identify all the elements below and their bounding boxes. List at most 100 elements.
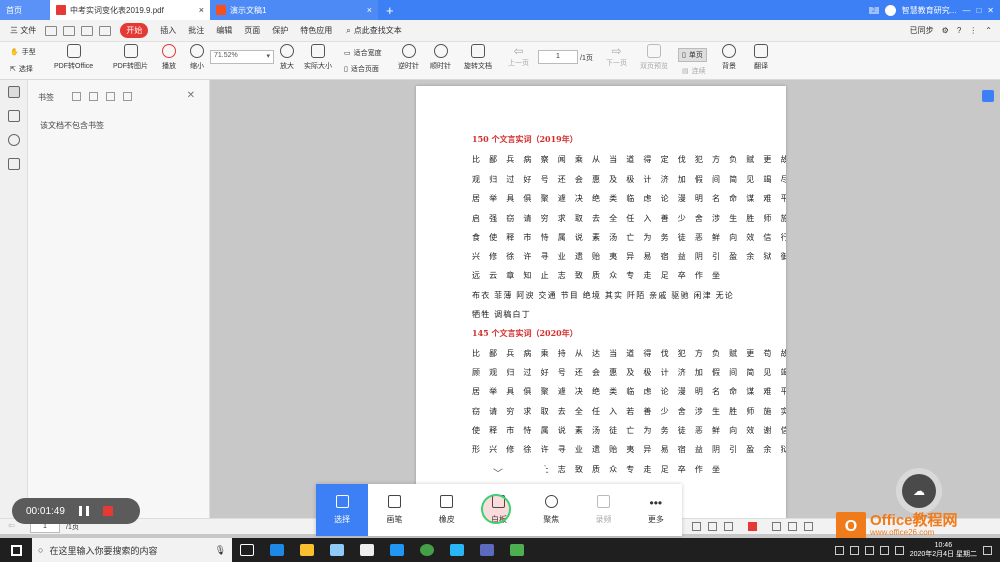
rotate-cw-button[interactable]: 顺时针 xyxy=(430,44,451,71)
pen-select-button[interactable]: 选择 xyxy=(316,484,369,536)
find-text-button[interactable]: ⌕ 点此查找文本 xyxy=(346,25,401,36)
minimize-icon[interactable]: — xyxy=(962,6,970,15)
menu-file[interactable]: 三 文件 xyxy=(10,25,36,36)
menu-start[interactable]: 开始 xyxy=(120,23,149,38)
continuous-button[interactable]: ▤ 连续 xyxy=(682,66,706,76)
tray-icon[interactable] xyxy=(864,545,874,555)
stop-icon[interactable] xyxy=(102,506,113,516)
cloud-app-icon[interactable] xyxy=(450,544,464,556)
collapse-all-icon[interactable] xyxy=(89,92,98,101)
select-tool-button[interactable]: ⇱ 选择 xyxy=(10,64,33,74)
pen-more-button[interactable]: ••• 更多 xyxy=(630,484,682,536)
tab-pdf-document[interactable]: 中考实词变化表2019.9.pdf × xyxy=(50,0,210,20)
page-number-input[interactable]: 1 xyxy=(538,50,578,64)
double-page-button[interactable]: 双页预览 xyxy=(640,44,668,71)
zoom-in-button[interactable]: 放大 xyxy=(280,44,294,71)
expand-icon[interactable] xyxy=(72,92,81,101)
network-icon[interactable] xyxy=(879,545,889,555)
chrome-icon[interactable] xyxy=(420,544,434,556)
pen-whiteboard-button[interactable]: 白板 xyxy=(473,484,525,536)
view-mode-icon[interactable] xyxy=(788,522,797,531)
pause-icon[interactable] xyxy=(78,506,89,516)
translate-button[interactable]: 翻译 xyxy=(754,44,768,71)
save-icon[interactable] xyxy=(63,25,76,36)
window-close-icon[interactable]: ✕ xyxy=(987,6,994,15)
play-icon[interactable] xyxy=(748,522,757,531)
collapse-icon[interactable]: ⌃ xyxy=(985,26,992,35)
help-button[interactable]: ? xyxy=(957,26,961,35)
prev-arrow-icon[interactable]: ⇦ xyxy=(8,521,15,530)
taskbar-search[interactable]: ○ 在这里输入你要搜索的内容 🎙 xyxy=(32,538,232,562)
wps-icon[interactable] xyxy=(480,544,494,556)
avatar[interactable] xyxy=(884,4,896,16)
close-icon[interactable]: × xyxy=(367,5,372,15)
edge-icon[interactable] xyxy=(270,544,284,556)
window-count-badge[interactable]: 2 xyxy=(868,6,879,14)
thumbnail-icon[interactable] xyxy=(8,110,20,122)
wechat-icon[interactable] xyxy=(510,544,524,556)
pdf-to-office-button[interactable]: PDF转Office xyxy=(54,44,93,71)
sync-status[interactable]: 已同步 xyxy=(910,25,934,36)
print-icon[interactable] xyxy=(81,25,94,36)
people-icon[interactable] xyxy=(834,545,844,555)
mail-icon[interactable] xyxy=(360,544,374,556)
close-icon[interactable]: ✕ xyxy=(187,90,195,101)
more-icon[interactable]: ⋮ xyxy=(969,26,977,35)
fit-width-button[interactable]: ▭ 适合宽度 xyxy=(344,48,382,58)
zoom-out-button[interactable]: 缩小 xyxy=(190,44,204,71)
clock[interactable]: 10:46 2020年2月4日 星期二 xyxy=(910,541,977,559)
hand-tool-button[interactable]: ✋ 手型 xyxy=(10,47,36,57)
view-double-icon[interactable] xyxy=(708,522,717,531)
view-mode-icon[interactable] xyxy=(772,522,781,531)
pen-record-button[interactable]: 录频 xyxy=(577,484,629,536)
menu-protect[interactable]: 保护 xyxy=(272,25,288,36)
todo-icon[interactable] xyxy=(390,544,404,556)
rotate-ccw-button[interactable]: 逆时针 xyxy=(398,44,419,71)
view-single-icon[interactable] xyxy=(692,522,701,531)
menu-page[interactable]: 页面 xyxy=(244,25,260,36)
play-button[interactable]: 播放 xyxy=(162,44,176,71)
view-mode-icon[interactable] xyxy=(804,522,813,531)
notification-icon[interactable] xyxy=(983,545,992,555)
pdf-to-image-button[interactable]: PDF转图片 xyxy=(113,44,148,71)
single-page-button[interactable]: ▯ 单页 xyxy=(678,48,707,62)
tab-home[interactable]: 首页 xyxy=(0,0,50,20)
menu-comment[interactable]: 批注 xyxy=(188,25,204,36)
add-bookmark-icon[interactable] xyxy=(106,92,115,101)
menu-insert[interactable]: 插入 xyxy=(160,25,176,36)
gear-icon[interactable]: ⚙ xyxy=(942,26,949,35)
volume-icon[interactable] xyxy=(894,545,904,555)
pen-brush-button[interactable]: 画笔 xyxy=(368,484,420,536)
right-panel-toggle-icon[interactable] xyxy=(982,90,994,102)
tab-presentation[interactable]: 演示文稿1 × xyxy=(210,0,378,20)
pen-focus-button[interactable]: 聚焦 xyxy=(525,484,577,536)
add-tab-icon[interactable]: + xyxy=(386,3,394,18)
task-view-icon[interactable] xyxy=(240,544,254,556)
rotate-document-button[interactable]: 旋转文档 xyxy=(464,44,492,71)
undo-icon[interactable] xyxy=(99,25,112,36)
close-icon[interactable]: × xyxy=(199,5,204,15)
attachment-icon[interactable] xyxy=(8,158,20,170)
open-icon[interactable] xyxy=(45,25,58,36)
menu-features[interactable]: 特色应用 xyxy=(300,25,332,36)
store-icon[interactable] xyxy=(330,544,344,556)
microphone-icon[interactable]: 🎙 xyxy=(215,545,226,556)
next-page-button[interactable]: ⇨ 下一页 xyxy=(606,44,627,68)
zoom-select[interactable]: 71.52% ▾ xyxy=(210,50,274,64)
background-button[interactable]: 背景 xyxy=(722,44,736,71)
menu-edit[interactable]: 编辑 xyxy=(216,25,232,36)
cloud-sync-button[interactable]: ☁ xyxy=(896,468,942,514)
tray-icon[interactable] xyxy=(849,545,859,555)
fit-page-button[interactable]: ▯ 适合页面 xyxy=(344,64,379,74)
annotation-icon[interactable] xyxy=(8,134,20,146)
windows-start-button[interactable] xyxy=(0,538,32,562)
file-explorer-icon[interactable] xyxy=(300,544,314,556)
maximize-icon[interactable]: □ xyxy=(976,6,981,15)
bookmark-panel-icon[interactable] xyxy=(8,86,20,98)
collapse-pen-toolbar-button[interactable]: ﹀ xyxy=(450,465,546,485)
view-continuous-icon[interactable] xyxy=(724,522,733,531)
prev-page-button[interactable]: ⇦ 上一页 xyxy=(508,44,529,68)
delete-bookmark-icon[interactable] xyxy=(123,92,132,101)
account-name[interactable]: 智慧教育研究... xyxy=(902,5,957,16)
actual-size-button[interactable]: 实际大小 xyxy=(304,44,332,71)
